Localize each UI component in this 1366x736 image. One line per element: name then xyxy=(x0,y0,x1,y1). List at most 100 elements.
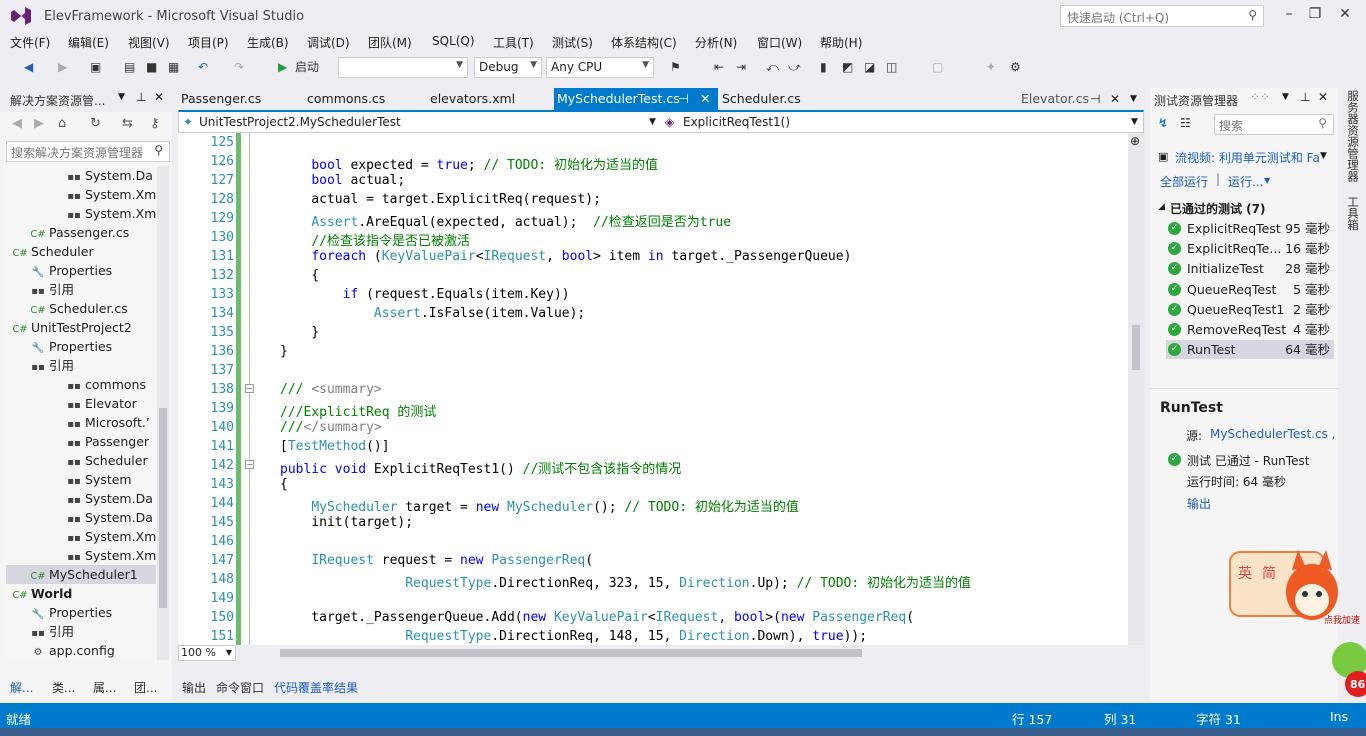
close-icon[interactable]: ✕ xyxy=(1318,90,1328,104)
close-icon[interactable]: ✕ xyxy=(154,90,164,104)
menu-window[interactable]: 窗口(W) xyxy=(757,34,802,51)
code-line[interactable]: Assert.AreEqual(expected, actual); //检查返… xyxy=(280,211,731,230)
tree-node[interactable]: ▪▪ Microsoft.’ xyxy=(6,413,156,432)
code-line[interactable]: { xyxy=(280,268,319,283)
tree-node[interactable]: 🔧 Properties xyxy=(6,337,156,356)
code-line[interactable]: ///ExplicitReq 的测试 xyxy=(280,401,436,420)
chevron-down-icon[interactable]: ▼ xyxy=(1130,94,1137,104)
clear-bookmarks-icon[interactable]: ◫ xyxy=(886,57,897,77)
refresh-icon[interactable]: ⇆ xyxy=(122,116,133,131)
tree-node[interactable]: ▪▪ 引用 xyxy=(6,356,156,375)
tree-node[interactable]: ⚙ app.config xyxy=(6,641,156,660)
tree-node[interactable]: C# Passenger.cs xyxy=(6,223,156,242)
debug-target-select[interactable]: ▼ xyxy=(338,57,468,78)
tree-node[interactable]: ▪▪ System.Da xyxy=(6,489,156,508)
forward-icon[interactable]: ▶ xyxy=(34,116,44,131)
tab-code-coverage[interactable]: 代码覆盖率结果 xyxy=(274,679,358,696)
tree-node[interactable]: C# World xyxy=(6,584,156,603)
chevron-down-icon[interactable]: ▼ xyxy=(1264,176,1270,185)
tree-node[interactable]: 🔧 Properties xyxy=(6,603,156,622)
menu-test[interactable]: 测试(S) xyxy=(552,34,593,51)
platform-select[interactable]: Any CPU ▼ xyxy=(546,57,654,78)
code-line[interactable]: MyScheduler target = new MyScheduler(); … xyxy=(280,496,799,515)
tab-class-view[interactable]: 类... xyxy=(52,679,75,696)
start-button[interactable]: 启动 xyxy=(295,57,319,77)
tab-elevator-cs[interactable]: Elevator.cs xyxy=(1018,88,1092,110)
code-line[interactable]: } xyxy=(280,325,319,340)
drag-handle-icon[interactable]: ⁘⁘ xyxy=(1250,90,1270,104)
tab-scheduler-cs[interactable]: Scheduler.cs xyxy=(719,88,804,110)
properties-icon[interactable]: ⚷ xyxy=(150,116,160,131)
code-line[interactable]: { xyxy=(280,477,288,492)
menu-project[interactable]: 项目(P) xyxy=(188,34,229,51)
document-icon[interactable]: ▢ xyxy=(932,57,943,77)
zoom-select[interactable]: 100 % ▼ xyxy=(178,645,236,661)
menu-help[interactable]: 帮助(H) xyxy=(820,34,862,51)
menu-file[interactable]: 文件(F) xyxy=(10,34,50,51)
code-line[interactable]: IRequest request = new PassengerReq( xyxy=(280,553,593,568)
close-icon[interactable]: ✕ xyxy=(1110,92,1120,106)
menu-edit[interactable]: 编辑(E) xyxy=(68,34,109,51)
test-row[interactable]: ✓ QueueReqTest 5 毫秒 xyxy=(1166,280,1334,299)
server-explorer-tab[interactable]: 服务器资源管理器 xyxy=(1345,90,1361,182)
run-link[interactable]: 运行... xyxy=(1228,173,1263,190)
collapse-icon[interactable]: − xyxy=(245,384,254,393)
tree-node[interactable]: ▪▪ System.Xm xyxy=(6,185,156,204)
toolbox-tab[interactable]: 工具箱 xyxy=(1345,196,1361,231)
menu-analyze[interactable]: 分析(N) xyxy=(695,34,737,51)
minimize-button[interactable]: – xyxy=(1276,4,1302,24)
tab-output[interactable]: 输出 xyxy=(182,679,206,696)
run-all-link[interactable]: 全部运行 xyxy=(1160,173,1208,190)
pin-icon[interactable]: ⊥ xyxy=(136,90,146,104)
run-tests-icon[interactable]: ↯ xyxy=(1158,116,1168,130)
tree-node[interactable]: ▪▪ System.Xm xyxy=(6,546,156,565)
source-link[interactable]: MySchedulerTest.cs , xyxy=(1210,427,1335,441)
tree-node[interactable]: ▪▪ System xyxy=(6,470,156,489)
test-row[interactable]: ✓ RemoveReqTest 4 毫秒 xyxy=(1166,320,1334,339)
start-icon[interactable]: ▶ xyxy=(278,57,287,77)
test-row[interactable]: ✓ RunTest 64 毫秒 xyxy=(1166,340,1334,360)
prev-bookmark-icon[interactable]: ◩ xyxy=(842,57,853,77)
passed-group-header[interactable]: 已通过的测试 (7) xyxy=(1170,200,1266,217)
tree-node[interactable]: ▪▪ Elevator xyxy=(6,394,156,413)
tab-solution-explorer[interactable]: 解... xyxy=(10,679,33,696)
menu-sql[interactable]: SQL(Q) xyxy=(432,34,475,48)
tree-node[interactable]: ▪▪ System.Da xyxy=(6,508,156,527)
maximize-button[interactable]: ❐ xyxy=(1302,4,1328,24)
menu-debug[interactable]: 调试(D) xyxy=(307,34,350,51)
tab-commons-cs[interactable]: commons.cs xyxy=(304,88,388,110)
code-editor[interactable]: 125 126 bool expected = true; // TODO: 初始… xyxy=(178,133,1128,645)
menu-team[interactable]: 团队(M) xyxy=(368,34,412,51)
indent-icon[interactable]: ⇤ xyxy=(714,57,724,77)
output-link[interactable]: 输出 xyxy=(1187,495,1211,512)
pin-icon[interactable]: ✦ xyxy=(986,57,996,77)
tree-node[interactable]: C# UnitTestProject2 xyxy=(6,318,156,337)
tree-node[interactable]: ▪▪ Passenger xyxy=(6,432,156,451)
menu-architecture[interactable]: 体系结构(C) xyxy=(611,34,677,51)
chevron-down-icon[interactable]: ▼ xyxy=(649,117,656,127)
horizontal-scrollbar-thumb[interactable] xyxy=(280,649,862,657)
code-line[interactable]: ///</summary> xyxy=(280,420,382,435)
group-by-icon[interactable]: ☷ xyxy=(1180,116,1191,130)
close-icon[interactable]: ✕ xyxy=(700,88,710,110)
code-line[interactable]: public void ExplicitReqTest1() //测试不包含该指… xyxy=(280,458,681,477)
code-line[interactable]: } xyxy=(280,344,288,359)
collapse-icon[interactable]: − xyxy=(245,460,254,469)
forward-icon[interactable]: ▶ xyxy=(58,57,67,77)
configuration-select[interactable]: Debug ▼ xyxy=(474,57,542,78)
sync-icon[interactable]: ↻ xyxy=(90,116,101,131)
menu-build[interactable]: 生成(B) xyxy=(247,34,289,51)
collapse-arrow-icon[interactable]: ◢ xyxy=(1158,202,1165,212)
solution-search-input[interactable]: 搜索解决方案资源管理器 ⚲ xyxy=(6,141,170,162)
tree-node[interactable]: ▪▪ System.Xm xyxy=(6,204,156,223)
tree-node[interactable]: 🔧 Properties xyxy=(6,261,156,280)
close-button[interactable]: ✕ xyxy=(1332,4,1358,24)
pin-icon[interactable]: ⊣ xyxy=(1090,92,1100,106)
find-icon[interactable]: ⚑ xyxy=(670,57,681,77)
editor-scrollbar-thumb[interactable] xyxy=(1132,325,1140,370)
back-icon[interactable]: ◀ xyxy=(12,116,22,131)
code-line[interactable]: /// <summary> xyxy=(280,382,382,397)
test-row[interactable]: ✓ ExplicitReqTe... 16 毫秒 xyxy=(1166,239,1334,258)
home-icon[interactable]: ⌂ xyxy=(58,116,66,131)
code-line[interactable]: RequestType.DirectionReq, 323, 15, Direc… xyxy=(280,572,971,591)
